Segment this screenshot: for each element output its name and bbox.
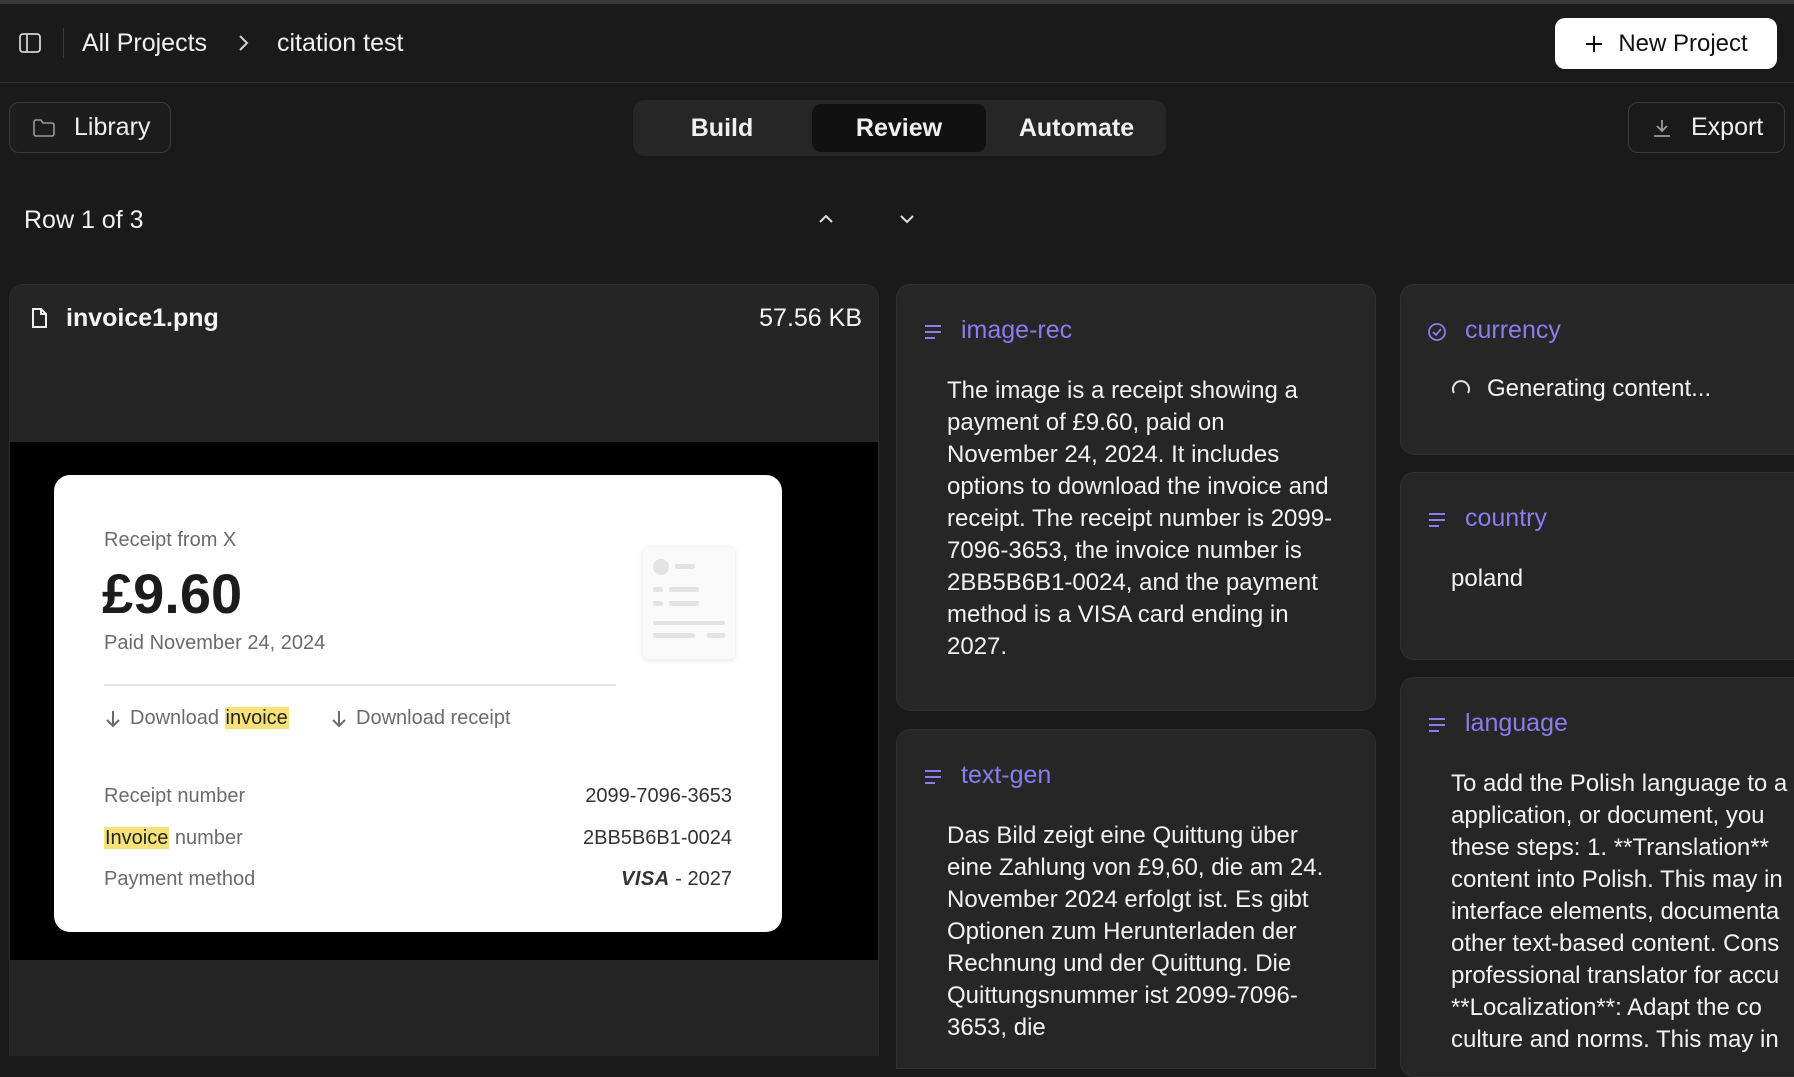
breadcrumb-current-project: citation test — [277, 29, 404, 57]
receipt-document-illustration — [643, 547, 735, 659]
receipt-number-row: Receipt number 2099-7096-3653 — [104, 785, 732, 808]
tab-build[interactable]: Build — [637, 104, 807, 152]
country-card[interactable]: country poland — [1400, 472, 1794, 660]
currency-card[interactable]: currency Generating content... — [1400, 284, 1794, 455]
export-button[interactable]: Export — [1628, 102, 1785, 153]
text-gen-text: Das Bild zeigt eine Quittung über eine Z… — [947, 822, 1324, 1041]
language-title: language — [1465, 709, 1568, 737]
language-card[interactable]: language To add the Polish language to a… — [1400, 677, 1794, 1077]
payment-method-value: - 2027 — [675, 868, 732, 890]
language-line: other text-based content. Cons — [1451, 930, 1780, 957]
download-prefix: Download — [130, 707, 219, 729]
image-preview: Receipt from X £9.60 Paid November 24, 2… — [10, 442, 878, 960]
tab-review[interactable]: Review — [812, 104, 986, 152]
sidebar-toggle-icon[interactable] — [18, 31, 42, 55]
language-line: interface elements, documenta — [1451, 898, 1780, 925]
header-divider — [63, 28, 64, 58]
receipt-amount: £9.60 — [102, 562, 243, 625]
text-lines-icon — [1429, 718, 1445, 732]
image-rec-card[interactable]: image-rec The image is a receipt showing… — [896, 284, 1376, 711]
generating-status: Generating content... — [1451, 375, 1711, 403]
download-icon — [1654, 119, 1670, 137]
file-preview-card: invoice1.png 57.56 KB Receipt from X £9.… — [9, 284, 879, 1056]
invoice-number-label-rest: number — [169, 827, 243, 849]
text-gen-card[interactable]: text-gen Das Bild zeigt eine Quittung üb… — [896, 729, 1376, 1069]
export-label: Export — [1691, 113, 1764, 141]
receipt-divider — [104, 684, 616, 686]
receipt-number-label: Receipt number — [104, 785, 246, 807]
library-button[interactable]: Library — [9, 102, 171, 153]
text-gen-title: text-gen — [961, 761, 1052, 789]
arrow-down-icon — [332, 710, 346, 727]
folder-icon — [33, 118, 55, 137]
download-invoice-link[interactable]: Download invoice — [104, 707, 289, 730]
chevron-right-icon — [239, 35, 249, 51]
generating-label: Generating content... — [1487, 375, 1712, 402]
language-line: professional translator for accu — [1451, 962, 1780, 989]
download-receipt-label: Download receipt — [356, 707, 511, 729]
breadcrumb-all-projects[interactable]: All Projects — [82, 28, 207, 58]
language-line: content into Polish. This may in — [1451, 866, 1783, 893]
file-size: 57.56 KB — [759, 304, 862, 332]
plus-icon — [1586, 35, 1603, 52]
text-lines-icon — [925, 325, 941, 339]
new-project-label: New Project — [1618, 29, 1748, 57]
invoice-number-value: 2BB5B6B1-0024 — [582, 827, 732, 849]
image-rec-text: The image is a receipt showing a payment… — [947, 377, 1333, 660]
country-title: country — [1465, 504, 1547, 532]
language-line: **Localization**: Adapt the co — [1451, 994, 1762, 1021]
chevron-down-icon[interactable] — [896, 208, 918, 230]
language-line: culture and norms. This may in — [1451, 1026, 1779, 1053]
image-rec-title: image-rec — [961, 316, 1073, 344]
receipt-from: Receipt from X — [104, 529, 237, 551]
receipt-image: Receipt from X £9.60 Paid November 24, 2… — [54, 475, 782, 932]
file-name: invoice1.png — [66, 304, 219, 332]
arrow-down-icon — [106, 710, 120, 727]
file-icon — [32, 308, 47, 328]
file-header: invoice1.png 57.56 KB — [10, 285, 878, 353]
country-text: poland — [1451, 565, 1524, 592]
currency-title: currency — [1465, 316, 1561, 344]
language-text: To add the Polish language to a applicat… — [1451, 768, 1787, 1056]
receipt-number-value: 2099-7096-3653 — [585, 785, 732, 807]
download-receipt-link[interactable]: Download receipt — [330, 707, 511, 730]
text-lines-icon — [1429, 513, 1445, 527]
payment-method-label: Payment method — [104, 868, 256, 890]
new-project-button[interactable]: New Project — [1555, 18, 1777, 69]
visa-logo: VISA — [621, 868, 670, 890]
check-circle-icon — [1428, 323, 1446, 341]
citation-highlight-invoice: invoice — [224, 707, 289, 729]
receipt-paid-date: Paid November 24, 2024 — [104, 632, 326, 654]
library-label: Library — [74, 113, 151, 141]
loading-spinner-icon — [1452, 380, 1470, 394]
payment-method-row: Payment method VISA - 2027 — [104, 868, 732, 891]
citation-highlight-invoice-label: Invoice — [104, 827, 170, 849]
tab-automate[interactable]: Automate — [991, 104, 1162, 152]
language-line: To add the Polish language to a — [1451, 770, 1788, 797]
row-counter: Row 1 of 3 — [24, 206, 144, 234]
language-line: these steps: 1. **Translation** — [1451, 834, 1769, 861]
language-line: application, or document, you — [1451, 802, 1765, 829]
invoice-number-row: Invoice number 2BB5B6B1-0024 — [104, 827, 732, 850]
view-tabs: Build Review Automate — [633, 100, 1166, 156]
text-lines-icon — [925, 770, 941, 784]
chevron-up-icon[interactable] — [815, 208, 837, 230]
document-thumbnail-icon — [653, 559, 725, 638]
top-bar: All Projects citation test New Project — [0, 4, 1794, 83]
